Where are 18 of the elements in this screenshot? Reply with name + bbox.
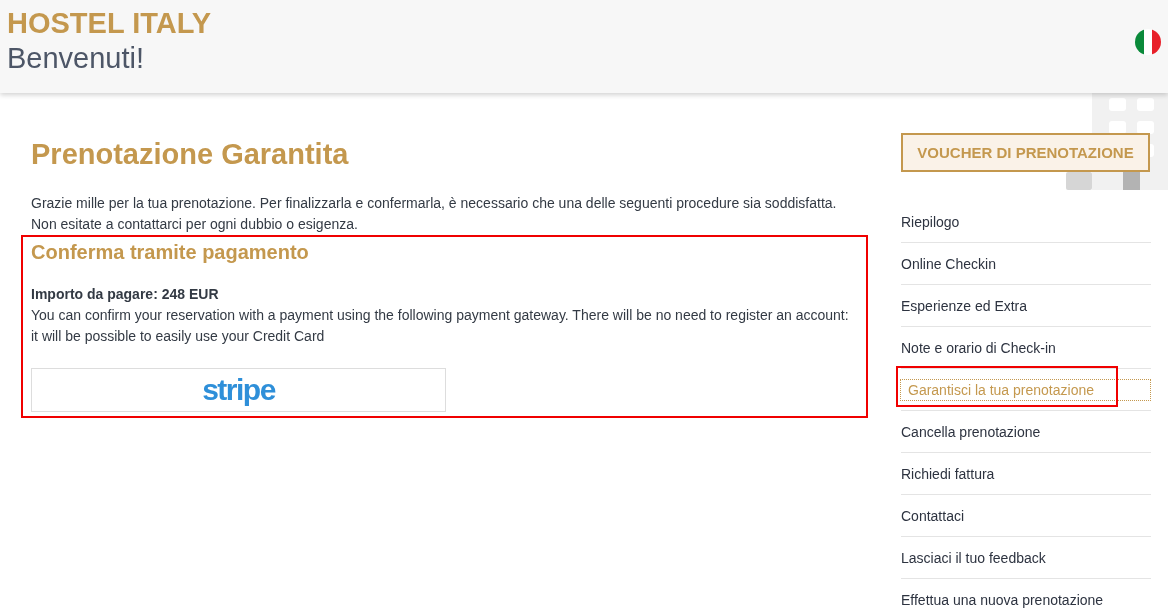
nav-link[interactable]: Richiedi fattura — [900, 463, 1151, 485]
nav-link[interactable]: Lasciaci il tuo feedback — [900, 547, 1151, 569]
nav-link[interactable]: Cancella prenotazione — [900, 421, 1151, 443]
payment-description: You can confirm your reservation with a payment using the following payment gateway. There will be no need to register an account: it will be possible to easily use your Credit Card — [31, 306, 850, 346]
nav-link[interactable]: Contattaci — [900, 505, 1151, 527]
site-title: HOSTEL ITALY — [7, 6, 212, 41]
nav-link[interactable]: Online Checkin — [900, 253, 1151, 275]
section-heading: Conferma tramite pagamento — [31, 240, 310, 265]
nav-link[interactable]: Riepilogo — [900, 211, 1151, 233]
welcome-text: Benvenuti! — [7, 41, 146, 76]
nav-link[interactable]: Esperienze ed Extra — [900, 295, 1151, 317]
nav-link[interactable]: Effettua una nuova prenotazione — [900, 589, 1151, 611]
intro-text: Grazie mille per la tua prenotazione. Per finalizzarla e confermarla, è necessario che una delle seguenti procedure sia soddisfatta. — [31, 194, 838, 213]
page-heading: Prenotazione Garantita — [30, 137, 350, 172]
intro-text: Non esitate a contattarci per ogni dubbio o esigenza. — [31, 215, 359, 234]
amount-text: Importo da pagare: 248 EUR — [31, 285, 220, 304]
nav-link[interactable]: Note e orario di Check-in — [900, 337, 1151, 359]
flag-icon[interactable] — [1135, 29, 1161, 55]
